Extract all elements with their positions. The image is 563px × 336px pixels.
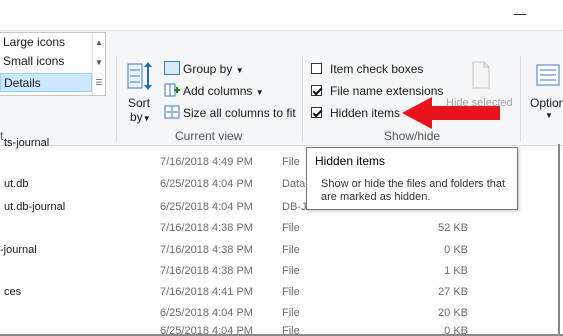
sort-by-label-2[interactable]: by▼ <box>130 110 151 124</box>
tooltip-description: Show or hide the files and folders that … <box>321 178 506 203</box>
table-row[interactable]: ces 7/16/2018 4:41 PM File 27 KB <box>0 284 563 303</box>
file-date: 7/16/2018 4:38 PM <box>160 222 253 234</box>
minimize-icon[interactable] <box>514 14 526 15</box>
size-columns-icon <box>164 105 180 119</box>
title-bar <box>0 0 563 30</box>
more-icon[interactable]: ☰ <box>93 73 105 93</box>
file-date: 7/16/2018 4:41 PM <box>160 286 253 298</box>
file-date: 7/16/2018 4:38 PM <box>160 265 253 277</box>
file-name: ces <box>4 286 22 298</box>
add-columns-icon <box>164 83 180 97</box>
file-date: 6/25/2018 4:04 PM <box>160 307 253 319</box>
file-type: File <box>282 286 300 298</box>
table-row[interactable]: 7/16/2018 4:38 PM File 52 KB <box>0 220 563 239</box>
chevron-down-icon: ▼ <box>142 114 151 123</box>
window-border-right <box>558 144 560 336</box>
hide-selected-icon[interactable] <box>470 60 492 90</box>
chevron-down-icon[interactable]: ▼ <box>545 111 553 120</box>
file-size: 0 KB <box>444 244 468 256</box>
file-name-extensions-checkbox[interactable] <box>311 85 322 96</box>
layout-gallery[interactable]: Large icons Small icons Details ▲ ▼ ☰ <box>0 32 106 96</box>
file-date: 7/16/2018 4:49 PM <box>160 156 253 168</box>
hidden-items-checkbox[interactable] <box>311 107 322 118</box>
sort-by-icon[interactable] <box>126 60 154 92</box>
file-type: File <box>282 265 300 277</box>
file-name: ut.db-journal <box>4 201 66 213</box>
options-button[interactable]: Option <box>530 96 563 110</box>
add-columns-button[interactable]: Add columns ▼ <box>183 84 264 98</box>
size-all-columns-button[interactable]: Size all columns to fit <box>183 106 296 120</box>
layout-details[interactable]: Details <box>0 73 92 92</box>
item-check-boxes-checkbox[interactable] <box>311 63 322 74</box>
file-type: File <box>282 244 300 256</box>
layout-gallery-scroll[interactable]: ▲ ▼ ☰ <box>92 33 105 95</box>
file-date: 6/25/2018 4:04 PM <box>160 325 253 334</box>
hidden-items-label[interactable]: Hidden items <box>330 106 400 120</box>
file-name: -journal <box>0 244 37 256</box>
file-type: File <box>282 325 300 334</box>
file-date: 7/16/2018 4:38 PM <box>160 244 253 256</box>
file-type: Data <box>282 178 306 190</box>
file-type: File <box>282 307 300 319</box>
file-date: 6/25/2018 4:04 PM <box>160 201 253 213</box>
sort-by-label-1[interactable]: Sort <box>128 96 150 110</box>
chevron-down-icon: ▼ <box>255 88 264 97</box>
hidden-items-tooltip: Hidden items Show or hide the files and … <box>306 147 518 210</box>
table-row[interactable]: 7/16/2018 4:38 PM File 1 KB <box>0 263 563 282</box>
file-date: 6/25/2018 4:04 PM <box>160 178 253 190</box>
tooltip-title: Hidden items <box>315 154 386 168</box>
file-size: 27 KB <box>438 286 468 298</box>
file-name: ut.db <box>4 178 29 190</box>
options-icon[interactable] <box>536 64 560 86</box>
red-arrow-annotation <box>402 96 502 130</box>
group-by-button[interactable]: Group by ▼ <box>183 62 244 76</box>
separator <box>302 56 303 142</box>
chevron-down-icon[interactable]: ▼ <box>93 53 105 73</box>
separator <box>116 56 117 142</box>
file-size: 1 KB <box>444 265 468 277</box>
file-size: 52 KB <box>438 222 468 234</box>
file-type: File <box>282 222 300 234</box>
layout-large-icons[interactable]: Large icons <box>0 33 95 52</box>
group-by-icon <box>164 61 180 75</box>
separator <box>520 56 521 142</box>
chevron-up-icon[interactable]: ▲ <box>93 33 105 53</box>
chevron-down-icon: ▼ <box>235 66 244 75</box>
file-size: 0 KB <box>444 325 468 334</box>
table-row[interactable]: 6/25/2018 4:04 PM File 0 KB <box>0 323 563 334</box>
file-name: ts-journal <box>4 137 50 149</box>
table-row[interactable]: -journal 7/16/2018 4:38 PM File 0 KB <box>0 242 563 261</box>
layout-small-icons[interactable]: Small icons <box>0 52 95 71</box>
item-check-boxes-label[interactable]: Item check boxes <box>330 62 423 76</box>
file-size: 20 KB <box>438 307 468 319</box>
table-row[interactable]: 6/25/2018 4:04 PM File 20 KB <box>0 305 563 324</box>
file-type: File <box>282 156 300 168</box>
